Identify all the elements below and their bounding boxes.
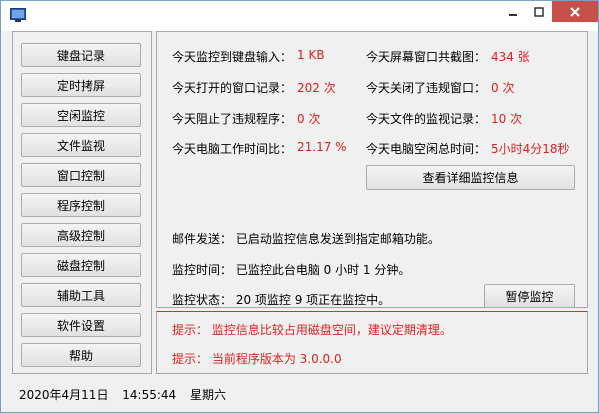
- files-value: 10 次: [491, 112, 523, 126]
- nav-program-control[interactable]: 程序控制: [21, 193, 141, 217]
- view-details-button[interactable]: 查看详细监控信息: [366, 165, 575, 190]
- minimize-button[interactable]: [499, 1, 526, 22]
- worktime-label: 今天电脑工作时间比：: [172, 142, 293, 156]
- worktime-value: 21.17 %: [297, 140, 347, 154]
- pause-monitor-button[interactable]: 暂停监控: [484, 284, 575, 308]
- screenshot-value: 434 张: [491, 50, 530, 64]
- nav-timed-screenshot[interactable]: 定时拷屏: [21, 73, 141, 97]
- nav-settings[interactable]: 软件设置: [21, 313, 141, 337]
- tips-panel: 提示： 监控信息比较占用磁盘空间，建议定期清理。 提示： 当前程序版本为 3.0…: [156, 311, 588, 374]
- nav-tools[interactable]: 辅助工具: [21, 283, 141, 307]
- nav-panel: 键盘记录 定时拷屏 空闲监控 文件监视 窗口控制 程序控制 高级控制 磁盘控制 …: [12, 31, 152, 374]
- screenshot-label: 今天屏幕窗口共截图：: [366, 50, 487, 64]
- status-date: 2020年4月11日: [19, 388, 109, 402]
- stats-panel: 今天监控到键盘输入： 1 KB 今天屏幕窗口共截图： 434 张 今天打开的窗口…: [156, 31, 588, 308]
- nav-help[interactable]: 帮助: [21, 343, 141, 367]
- idle-label: 今天电脑空闲总时间：: [366, 142, 487, 156]
- mail-status: 邮件发送： 已启动监控信息发送到指定邮箱功能。: [172, 232, 440, 246]
- tip-disk-space: 提示： 监控信息比较占用磁盘空间，建议定期清理。: [172, 323, 452, 337]
- close-button[interactable]: [552, 1, 598, 22]
- minimize-icon: [508, 13, 517, 16]
- closed-label: 今天关闭了违规窗口：: [366, 81, 487, 95]
- monitor-time: 监控时间： 已监控此台电脑 0 小时 1 分钟。: [172, 263, 411, 277]
- keyboard-value: 1 KB: [297, 48, 325, 62]
- close-icon: [570, 6, 580, 17]
- tip-version: 提示： 当前程序版本为 3.0.0.0: [172, 352, 342, 366]
- nav-idle-monitor[interactable]: 空闲监控: [21, 103, 141, 127]
- status-time: 14:55:44: [122, 388, 177, 402]
- nav-advanced-control[interactable]: 高级控制: [21, 223, 141, 247]
- maximize-button[interactable]: [526, 1, 552, 22]
- maximize-icon: [534, 6, 544, 17]
- blocked-label: 今天阻止了违规程序：: [172, 112, 293, 126]
- idle-value: 5小时4分18秒: [491, 142, 570, 156]
- files-label: 今天文件的监视记录：: [366, 112, 487, 126]
- keyboard-label: 今天监控到键盘输入：: [172, 50, 293, 64]
- window-controls: [499, 1, 598, 22]
- monitor-status: 监控状态： 20 项监控 9 项正在监控中。: [172, 293, 391, 307]
- status-bar: 2020年4月11日 14:55:44 星期六: [19, 386, 236, 403]
- nav-file-monitor[interactable]: 文件监视: [21, 133, 141, 157]
- client-area: 键盘记录 定时拷屏 空闲监控 文件监视 窗口控制 程序控制 高级控制 磁盘控制 …: [9, 31, 590, 406]
- nav-keyboard-record[interactable]: 键盘记录: [21, 43, 141, 67]
- title-bar: [1, 1, 598, 31]
- status-weekday: 星期六: [190, 388, 227, 402]
- app-monitor-icon: [10, 8, 26, 22]
- opened-label: 今天打开的窗口记录：: [172, 81, 293, 95]
- blocked-value: 0 次: [297, 112, 321, 126]
- nav-window-control[interactable]: 窗口控制: [21, 163, 141, 187]
- main-window: 键盘记录 定时拷屏 空闲监控 文件监视 窗口控制 程序控制 高级控制 磁盘控制 …: [0, 0, 599, 413]
- closed-value: 0 次: [491, 81, 515, 95]
- nav-disk-control[interactable]: 磁盘控制: [21, 253, 141, 277]
- opened-value: 202 次: [297, 81, 336, 95]
